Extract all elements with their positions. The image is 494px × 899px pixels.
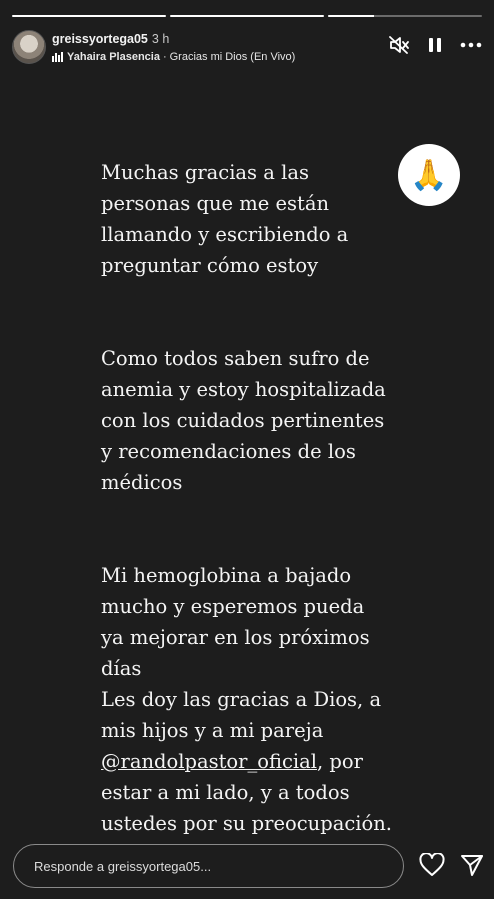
avatar[interactable] bbox=[12, 30, 46, 64]
mention-link[interactable]: @randolpastor_oficial bbox=[101, 750, 317, 773]
more-options-icon bbox=[460, 42, 482, 48]
story-text: Muchas gracias a las personas que me est… bbox=[101, 126, 441, 870]
mute-button[interactable] bbox=[388, 34, 410, 56]
music-artist: Yahaira Plasencia bbox=[67, 51, 160, 63]
music-info[interactable]: Yahaira Plasencia · Gracias mi Dios (En … bbox=[52, 51, 295, 63]
reply-input[interactable] bbox=[13, 844, 404, 888]
speaker-muted-icon bbox=[389, 36, 409, 54]
story-paragraph-text: Mi hemoglobina a bajado mucho y esperemo… bbox=[101, 564, 382, 742]
more-options-button[interactable] bbox=[460, 34, 482, 56]
praying-hands-icon: 🙏 bbox=[410, 158, 448, 192]
story-paragraph: Como todos saben sufro de anemia y estoy… bbox=[101, 347, 386, 494]
story-paragraph: Muchas gracias a las personas que me est… bbox=[101, 161, 349, 277]
progress-segment bbox=[12, 15, 166, 17]
send-icon bbox=[461, 855, 483, 876]
pause-icon bbox=[429, 38, 441, 52]
post-time: 3 h bbox=[151, 32, 170, 46]
pause-button[interactable] bbox=[424, 34, 446, 56]
progress-segment bbox=[328, 15, 482, 17]
music-song: Gracias mi Dios (En Vivo) bbox=[169, 51, 296, 63]
story-header: greissyortega05 3 h Yahaira Plasencia · G… bbox=[12, 30, 482, 66]
send-button[interactable] bbox=[460, 853, 484, 882]
story-controls bbox=[388, 34, 482, 56]
story-progress bbox=[12, 15, 482, 17]
story-paragraph: Mi hemoglobina a bajado mucho y esperemo… bbox=[101, 560, 441, 839]
music-bars-icon bbox=[52, 52, 63, 62]
like-button[interactable] bbox=[419, 852, 445, 882]
praying-hands-sticker[interactable]: 🙏 bbox=[398, 144, 460, 206]
username[interactable]: greissyortega05 3 h bbox=[52, 32, 169, 46]
heart-icon bbox=[419, 852, 445, 876]
progress-segment bbox=[170, 15, 324, 17]
music-separator: · bbox=[162, 51, 167, 63]
reply-bar bbox=[13, 844, 404, 888]
